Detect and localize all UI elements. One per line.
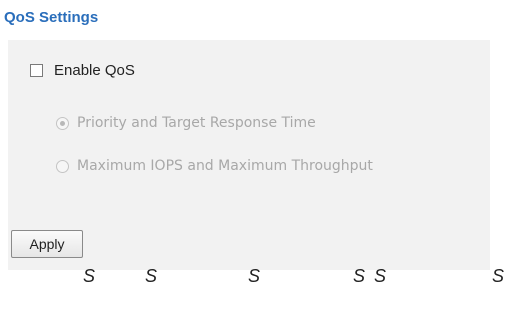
radio-max-iops-throughput[interactable]: Maximum IOPS and Maximum Throughput: [56, 158, 373, 174]
footer-glyph: S: [248, 266, 261, 286]
footer-glyph: S: [145, 266, 158, 286]
radio-button-max-iops[interactable]: [56, 159, 69, 173]
enable-qos-label[interactable]: Enable QoS: [54, 62, 135, 79]
footer-glyph: S: [83, 266, 96, 286]
apply-button[interactable]: Apply: [11, 230, 83, 258]
footer-glyph: S: [374, 266, 387, 286]
enable-qos-checkbox[interactable]: [30, 64, 43, 77]
section-title: QoS Settings: [4, 9, 99, 26]
qos-settings-panel: Enable QoS Priority and Target Response …: [8, 40, 490, 270]
radio-priority-response-time[interactable]: Priority and Target Response Time: [56, 115, 316, 131]
radio-button-priority[interactable]: [56, 116, 69, 130]
footer-glyph: S: [353, 266, 366, 286]
footer-glyph: S: [492, 266, 505, 286]
radio-label-priority[interactable]: Priority and Target Response Time: [77, 115, 316, 131]
enable-qos-row[interactable]: Enable QoS: [30, 62, 135, 79]
radio-label-max-iops[interactable]: Maximum IOPS and Maximum Throughput: [77, 158, 373, 174]
